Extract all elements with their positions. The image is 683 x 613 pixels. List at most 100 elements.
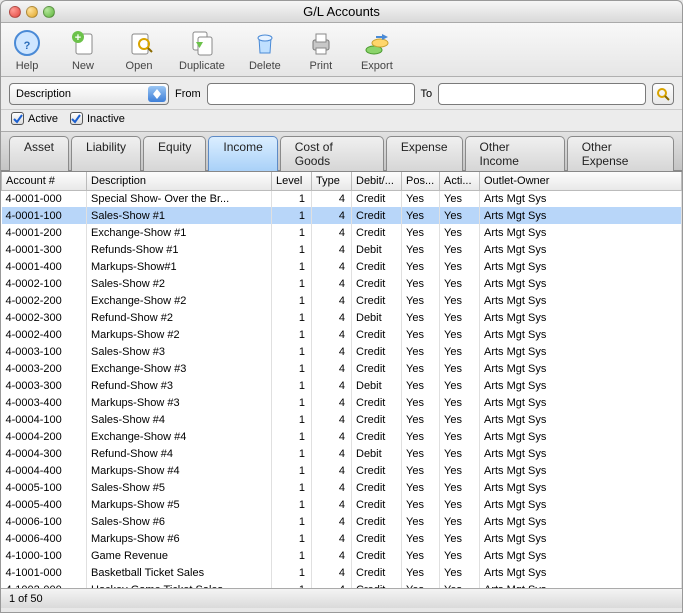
close-window-button[interactable] [9,6,21,18]
table-row[interactable]: 4-0006-100Sales-Show #614CreditYesYesArt… [2,513,682,530]
toolbar-label: Open [126,60,153,72]
cell-act: Yes [440,275,480,292]
minimize-window-button[interactable] [26,6,38,18]
cell-own: Arts Mgt Sys [480,343,682,360]
tab-other-expense[interactable]: Other Expense [567,136,674,171]
column-header[interactable]: Outlet-Owner [480,172,682,190]
table-row[interactable]: 4-0003-200Exchange-Show #314CreditYesYes… [2,360,682,377]
cell-acct: 4-0001-300 [2,241,87,258]
table-row[interactable]: 4-0001-400Markups-Show#114CreditYesYesAr… [2,258,682,275]
tab-liability[interactable]: Liability [71,136,141,171]
tab-other-income[interactable]: Other Income [465,136,565,171]
cell-acct: 4-0002-400 [2,326,87,343]
table-row[interactable]: 4-0001-300Refunds-Show #114DebitYesYesAr… [2,241,682,258]
to-input[interactable] [438,83,646,105]
cell-dc: Credit [352,428,402,445]
cell-acct: 4-0004-300 [2,445,87,462]
cell-act: Yes [440,411,480,428]
column-header[interactable]: Debit/... [352,172,402,190]
table-row[interactable]: 4-0004-300Refund-Show #414DebitYesYesArt… [2,445,682,462]
cell-act: Yes [440,258,480,275]
cell-dc: Debit [352,377,402,394]
cell-dc: Credit [352,258,402,275]
table-row[interactable]: 4-0002-400Markups-Show #214CreditYesYesA… [2,326,682,343]
table-row[interactable]: 4-1001-000Basketball Ticket Sales14Credi… [2,564,682,581]
cell-act: Yes [440,496,480,513]
cell-pos: Yes [402,377,440,394]
zoom-window-button[interactable] [43,6,55,18]
cell-type: 4 [312,309,352,326]
new-icon: + [67,27,99,59]
cell-acct: 4-0002-100 [2,275,87,292]
cell-type: 4 [312,377,352,394]
column-header[interactable]: Level [272,172,312,190]
table-row[interactable]: 4-0002-100Sales-Show #214CreditYesYesArt… [2,275,682,292]
cell-act: Yes [440,343,480,360]
cell-act: Yes [440,547,480,564]
tab-cost-of-goods[interactable]: Cost of Goods [280,136,384,171]
table-row[interactable]: 4-0004-400Markups-Show #414CreditYesYesA… [2,462,682,479]
tab-expense[interactable]: Expense [386,136,463,171]
table-row[interactable]: 4-0001-200Exchange-Show #114CreditYesYes… [2,224,682,241]
cell-acct: 4-0003-100 [2,343,87,360]
cell-acct: 4-0002-300 [2,309,87,326]
cell-type: 4 [312,292,352,309]
accounts-table-scroll[interactable]: Account #DescriptionLevelTypeDebit/...Po… [1,171,682,588]
table-row[interactable]: 4-0005-100Sales-Show #514CreditYesYesArt… [2,479,682,496]
toolbar-new-button[interactable]: +New [67,27,99,72]
table-row[interactable]: 4-0001-000Special Show- Over the Br...14… [2,190,682,207]
tab-equity[interactable]: Equity [143,136,206,171]
table-row[interactable]: 4-0006-400Markups-Show #614CreditYesYesA… [2,530,682,547]
column-header[interactable]: Description [87,172,272,190]
toolbar-export-button[interactable]: Export [361,27,393,72]
table-row[interactable]: 4-1000-100Game Revenue14CreditYesYesArts… [2,547,682,564]
cell-pos: Yes [402,292,440,309]
cell-pos: Yes [402,479,440,496]
cell-own: Arts Mgt Sys [480,479,682,496]
cell-own: Arts Mgt Sys [480,275,682,292]
table-row[interactable]: 4-0003-300Refund-Show #314DebitYesYesArt… [2,377,682,394]
tab-income[interactable]: Income [208,136,277,171]
table-row[interactable]: 4-0003-100Sales-Show #314CreditYesYesArt… [2,343,682,360]
toolbar-label: Help [16,60,39,72]
cell-lvl: 1 [272,564,312,581]
toolbar-open-button[interactable]: Open [123,27,155,72]
cell-desc: Refunds-Show #1 [87,241,272,258]
table-row[interactable]: 4-1002-000Hockey Game Ticket Sales14Cred… [2,581,682,588]
open-icon [123,27,155,59]
cell-own: Arts Mgt Sys [480,394,682,411]
cell-own: Arts Mgt Sys [480,377,682,394]
search-button[interactable] [652,83,674,105]
toolbar-label: New [72,60,94,72]
cell-dc: Credit [352,462,402,479]
table-row[interactable]: 4-0005-400Markups-Show #514CreditYesYesA… [2,496,682,513]
column-header[interactable]: Acti... [440,172,480,190]
table-row[interactable]: 4-0001-100Sales-Show #114CreditYesYesArt… [2,207,682,224]
column-header[interactable]: Account # [2,172,87,190]
from-input[interactable] [207,83,415,105]
table-row[interactable]: 4-0004-100Sales-Show #414CreditYesYesArt… [2,411,682,428]
toolbar-delete-button[interactable]: Delete [249,27,281,72]
table-row[interactable]: 4-0002-200Exchange-Show #214CreditYesYes… [2,292,682,309]
table-row[interactable]: 4-0003-400Markups-Show #314CreditYesYesA… [2,394,682,411]
column-header[interactable]: Pos... [402,172,440,190]
cell-pos: Yes [402,190,440,207]
cell-lvl: 1 [272,513,312,530]
cell-pos: Yes [402,275,440,292]
cell-dc: Debit [352,309,402,326]
cell-desc: Markups-Show#1 [87,258,272,275]
inactive-checkbox[interactable]: Inactive [70,112,125,125]
cell-own: Arts Mgt Sys [480,564,682,581]
tab-asset[interactable]: Asset [9,136,69,171]
table-row[interactable]: 4-0004-200Exchange-Show #414CreditYesYes… [2,428,682,445]
cell-dc: Debit [352,445,402,462]
active-checkbox[interactable]: Active [11,112,58,125]
toolbar-duplicate-button[interactable]: Duplicate [179,27,225,72]
column-header[interactable]: Type [312,172,352,190]
cell-own: Arts Mgt Sys [480,309,682,326]
table-row[interactable]: 4-0002-300Refund-Show #214DebitYesYesArt… [2,309,682,326]
filter-field-select[interactable]: Description [9,83,169,105]
toolbar-print-button[interactable]: Print [305,27,337,72]
toolbar-help-button[interactable]: ?Help [11,27,43,72]
cell-own: Arts Mgt Sys [480,360,682,377]
